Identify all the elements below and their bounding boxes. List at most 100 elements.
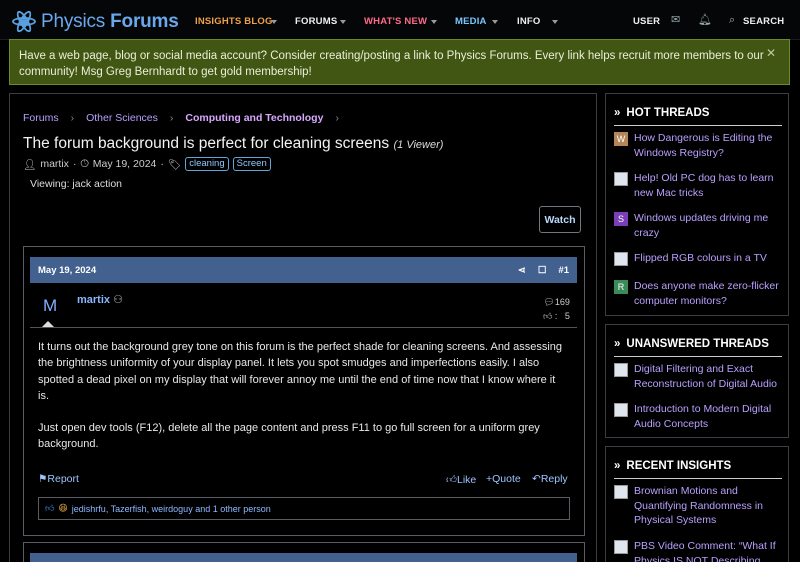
nav-media[interactable]: MEDIA	[455, 16, 487, 27]
flag-icon: ⚑	[38, 473, 48, 485]
breadcrumb-other-sciences[interactable]: Other Sciences	[86, 112, 158, 124]
thread-panel: Forums › Other Sciences › Computing and …	[9, 93, 597, 562]
messages-count: 169	[554, 297, 570, 307]
thumbs-up-icon: 👍︎	[446, 474, 457, 486]
user-avatar-icon	[614, 363, 628, 377]
hot-threads-panel: » HOT THREADS W How Dangerous is Editing t…	[605, 93, 789, 316]
post-body: It turns out the background grey tone on…	[38, 339, 563, 469]
insight-item[interactable]: Brownian Motions and Quantifying Randomn…	[614, 484, 784, 528]
chevron-down-icon[interactable]	[552, 20, 558, 24]
chevron-down-icon[interactable]	[340, 20, 346, 24]
notice-banner: Have a web page, blog or social media ac…	[9, 39, 790, 85]
quote-button[interactable]: +Quote	[486, 473, 521, 485]
chevrons-right-icon: »	[614, 337, 621, 350]
recent-insights-heading: » RECENT INSIGHTS	[614, 453, 782, 479]
user-avatar-icon	[614, 252, 628, 266]
close-icon[interactable]: ✕	[766, 45, 776, 61]
author-stats: 💬︎169 👍︎ : 5	[543, 297, 570, 321]
nav-info[interactable]: INFO	[517, 16, 541, 27]
site-logo[interactable]: Physics Forums	[9, 7, 179, 37]
chevron-right-icon: ›	[169, 112, 174, 124]
like-reaction-icon: 👍︎	[45, 503, 55, 513]
post-header: May 19, 2024 ⋖ ☐ #1	[30, 257, 577, 283]
nav-user[interactable]: USER	[633, 16, 660, 27]
breadcrumb: Forums › Other Sciences › Computing and …	[23, 112, 351, 124]
insight-thumbnail-icon	[614, 540, 628, 554]
post-paragraph: It turns out the background grey tone on…	[38, 341, 563, 402]
watch-button[interactable]: Watch	[539, 206, 581, 233]
likes-text[interactable]: jedishrfu, Tazerfish, weirdoguy and 1 ot…	[72, 504, 271, 514]
insight-item[interactable]: PBS Video Comment: “What If Physics IS N…	[614, 539, 784, 562]
haha-reaction-icon: 😆︎	[58, 503, 68, 513]
clock-icon: 🕓︎	[80, 157, 89, 170]
unanswered-heading: » UNANSWERED THREADS	[614, 331, 782, 357]
tag-cleaning[interactable]: cleaning	[185, 157, 229, 171]
post-author[interactable]: martix ⚇	[77, 293, 123, 306]
chevron-down-icon[interactable]	[492, 20, 498, 24]
bookmark-icon[interactable]: ☐	[538, 265, 547, 276]
hot-threads-heading: » HOT THREADS	[614, 100, 782, 126]
viewer-count: (1 Viewer)	[393, 139, 444, 151]
thread-date[interactable]: May 19, 2024	[93, 158, 157, 170]
reply-button[interactable]: ↶Reply	[532, 473, 568, 485]
tag-screen[interactable]: Screen	[232, 157, 271, 171]
reaction-count: 5	[564, 311, 570, 321]
page-title: The forum background is perfect for clea…	[23, 135, 444, 152]
thread-meta: 👤︎ martix · 🕓︎ May 19, 2024 · 🏷︎ cleanin…	[23, 157, 271, 171]
post-date[interactable]: May 19, 2024	[38, 265, 96, 276]
chevrons-right-icon: »	[614, 459, 621, 472]
user-avatar-icon	[614, 172, 628, 186]
breadcrumb-forums[interactable]: Forums	[23, 112, 59, 124]
post-header	[30, 553, 577, 562]
chevron-right-icon: ›	[335, 112, 339, 124]
post-number[interactable]: #1	[558, 265, 569, 276]
bell-icon[interactable]: 🔔︎	[698, 13, 712, 26]
nav-forums[interactable]: FORUMS	[295, 16, 337, 27]
breadcrumb-computing[interactable]: Computing and Technology	[185, 112, 323, 124]
site-name: Physics Forums	[41, 11, 179, 32]
next-post	[23, 542, 585, 562]
chevron-down-icon[interactable]	[431, 20, 437, 24]
insight-thumbnail-icon	[614, 485, 628, 499]
chevrons-right-icon: »	[614, 106, 621, 119]
report-button[interactable]: ⚑Report	[38, 473, 79, 485]
hot-thread-item[interactable]: W How Dangerous is Editing the Windows Re…	[614, 131, 784, 160]
atom-logo-icon	[9, 7, 39, 37]
avatar[interactable]: M	[43, 296, 57, 316]
post: May 19, 2024 ⋖ ☐ #1 M martix ⚇ 💬︎169 👍︎ …	[23, 246, 585, 536]
viewing-users: Viewing: jack action	[30, 178, 123, 190]
hot-thread-item[interactable]: R Does anyone make zero-flicker computer …	[614, 279, 784, 308]
envelope-icon[interactable]: ✉	[671, 13, 680, 26]
hot-thread-item[interactable]: Flipped RGB colours in a TV	[614, 251, 784, 266]
chevron-right-icon: ›	[70, 112, 75, 124]
recent-insights-panel: » RECENT INSIGHTS Brownian Motions and Qu…	[605, 446, 789, 562]
tag-icon: 🏷︎	[167, 158, 182, 171]
user-icon: 👤︎	[23, 158, 37, 171]
nav-whats-new[interactable]: WHAT'S NEW	[364, 16, 427, 27]
chevron-down-icon[interactable]	[271, 20, 277, 24]
nav-search[interactable]: SEARCH	[743, 16, 784, 27]
hot-thread-item[interactable]: Help! Old PC dog has to learn new Mac tr…	[614, 171, 784, 200]
unanswered-threads-panel: » UNANSWERED THREADS Digital Filtering an…	[605, 324, 789, 438]
unanswered-thread-item[interactable]: Introduction to Modern Digital Audio Con…	[614, 402, 784, 431]
reply-icon: ↶	[532, 473, 541, 485]
hot-thread-item[interactable]: S Windows updates driving me crazy	[614, 211, 784, 240]
user-avatar-icon: W	[614, 132, 628, 146]
top-nav: Physics Forums INSIGHTS BLOG FORUMS WHAT…	[0, 0, 800, 40]
messages-icon: 💬︎	[543, 297, 555, 307]
like-button[interactable]: 👍︎Like	[446, 473, 476, 486]
search-icon[interactable]: ⌕	[729, 14, 735, 27]
user-edit-icon: ⚇	[113, 294, 123, 306]
reactions-bar[interactable]: 👍︎ 😆︎ jedishrfu, Tazerfish, weirdoguy an…	[38, 497, 570, 520]
thread-author[interactable]: martix	[40, 158, 69, 170]
nav-insights-blog[interactable]: INSIGHTS BLOG	[195, 16, 273, 27]
notice-text: Have a web page, blog or social media ac…	[19, 50, 764, 78]
share-icon[interactable]: ⋖	[518, 265, 526, 276]
user-avatar-icon: R	[614, 280, 628, 294]
divider	[30, 327, 577, 328]
post-paragraph: Just open dev tools (F12), delete all th…	[38, 422, 540, 451]
user-avatar-icon	[614, 403, 628, 417]
unanswered-thread-item[interactable]: Digital Filtering and Exact Reconstructi…	[614, 362, 784, 391]
thumbs-up-icon: 👍︎	[543, 311, 553, 321]
user-avatar-icon: S	[614, 212, 628, 226]
